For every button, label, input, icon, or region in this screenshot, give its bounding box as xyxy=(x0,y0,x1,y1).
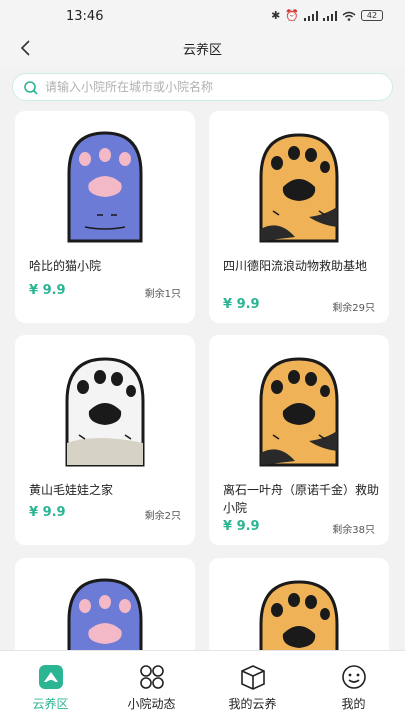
bottom-tab-bar: 云养区 小院动态 我的云养 我的 xyxy=(0,650,405,720)
tab-xiaoyuan-dongtai[interactable]: 小院动态 xyxy=(101,651,202,720)
header: 云养区 xyxy=(0,30,405,66)
paw-image-white xyxy=(65,357,145,467)
status-time: 13:46 xyxy=(66,9,104,24)
card-name: 离石一叶舟（原诺千金）救助小院 xyxy=(223,483,380,515)
tab-label: 我的 xyxy=(341,697,366,711)
tab-yunyang[interactable]: 云养区 xyxy=(0,651,101,720)
battery-icon: 42 xyxy=(361,10,383,21)
page-title: 云养区 xyxy=(182,43,222,58)
wifi-icon xyxy=(342,11,356,21)
card-yard[interactable]: 哈比的猫小院 ¥ 9.9 剩余1只 xyxy=(15,111,195,323)
paw-image-orange xyxy=(259,357,339,467)
card-remain: 剩余29只 xyxy=(332,303,375,314)
tab-wode-yunyang[interactable]: 我的云养 xyxy=(202,651,303,720)
status-icons: ✱ ⏰ 42 xyxy=(271,9,383,22)
bluetooth-icon: ✱ xyxy=(271,9,281,22)
tab-label: 我的云养 xyxy=(228,697,277,711)
card-remain: 剩余2只 xyxy=(144,511,181,522)
card-remain: 剩余1只 xyxy=(144,289,181,300)
box-icon xyxy=(241,665,265,690)
grid-circles-icon xyxy=(140,665,164,689)
card-name: 四川德阳流浪动物救助基地 xyxy=(223,259,368,273)
card-name: 黄山毛娃娃之家 xyxy=(29,483,114,497)
search-input[interactable] xyxy=(45,74,385,100)
card-price: ¥ 9.9 xyxy=(29,283,66,298)
card-remain: 剩余38只 xyxy=(332,525,375,536)
search-icon xyxy=(24,81,38,95)
card-name: 哈比的猫小院 xyxy=(29,259,102,273)
signal-icon xyxy=(304,10,318,21)
search-bar[interactable] xyxy=(12,73,393,101)
paw-image-orange xyxy=(259,133,339,243)
alarm-icon: ⏰ xyxy=(285,9,299,22)
status-bar: 13:46 ✱ ⏰ 42 xyxy=(0,0,405,30)
card-yard[interactable]: 四川德阳流浪动物救助基地 ¥ 9.9 剩余29只 xyxy=(209,111,389,323)
card-yard[interactable]: 离石一叶舟（原诺千金）救助小院 ¥ 9.9 剩余38只 xyxy=(209,335,389,545)
tab-label: 小院动态 xyxy=(127,697,176,711)
tab-label: 云养区 xyxy=(32,697,69,711)
signal-icon-2 xyxy=(323,10,337,21)
card-price: ¥ 9.9 xyxy=(223,519,260,534)
paw-image-purple xyxy=(67,131,143,243)
card-yard[interactable]: 黄山毛娃娃之家 ¥ 9.9 剩余2只 xyxy=(15,335,195,545)
smiley-icon xyxy=(342,665,366,689)
card-price: ¥ 9.9 xyxy=(223,297,260,312)
yunyang-icon xyxy=(39,665,63,689)
card-price: ¥ 9.9 xyxy=(29,505,66,520)
tab-wode[interactable]: 我的 xyxy=(303,651,404,720)
